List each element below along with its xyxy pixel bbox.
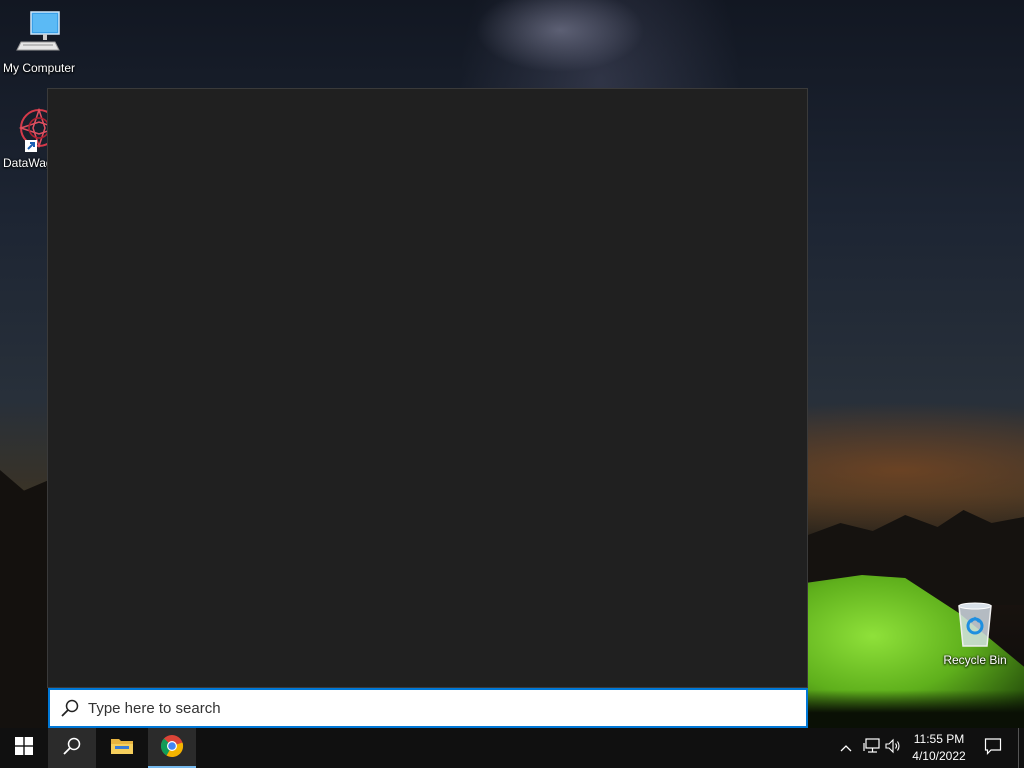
computer-icon <box>0 8 78 59</box>
recycle-bin-icon <box>936 600 1014 651</box>
clock-time: 11:55 PM <box>913 732 965 746</box>
search-icon <box>62 736 82 761</box>
start-button[interactable] <box>0 728 48 768</box>
action-center-button[interactable] <box>978 728 1008 768</box>
mountain-silhouette-left <box>0 470 48 728</box>
volume-button[interactable] <box>884 738 904 758</box>
volume-icon <box>885 738 903 759</box>
clock-date: 4/10/2022 <box>912 749 966 763</box>
desktop-icon-label: Recycle Bin <box>943 653 1007 667</box>
notification-icon <box>984 737 1002 760</box>
taskbar: 11:55 PM 4/10/2022 <box>0 728 1024 768</box>
desktop-icon-my-computer[interactable]: My Computer <box>0 8 78 75</box>
desktop-icon-recycle-bin[interactable]: Recycle Bin <box>936 600 1014 667</box>
search-input[interactable] <box>88 693 768 723</box>
search-box[interactable] <box>48 688 808 728</box>
chrome-button[interactable] <box>148 728 196 768</box>
folder-icon <box>110 736 134 761</box>
chevron-up-icon <box>840 739 852 757</box>
search-icon <box>60 698 80 718</box>
network-button[interactable] <box>862 737 882 759</box>
chrome-icon <box>160 734 184 763</box>
clock[interactable]: 11:55 PM 4/10/2022 <box>904 731 974 765</box>
taskbar-search-button[interactable] <box>48 728 96 768</box>
grass-image <box>808 690 1024 728</box>
desktop-icon-label: My Computer <box>2 61 76 75</box>
network-icon <box>863 737 881 759</box>
show-desktop-button[interactable] <box>1018 728 1024 768</box>
windows-logo-icon <box>15 736 33 760</box>
file-explorer-button[interactable] <box>98 728 146 768</box>
search-results-panel <box>47 88 808 688</box>
show-hidden-icons-button[interactable] <box>836 738 856 758</box>
